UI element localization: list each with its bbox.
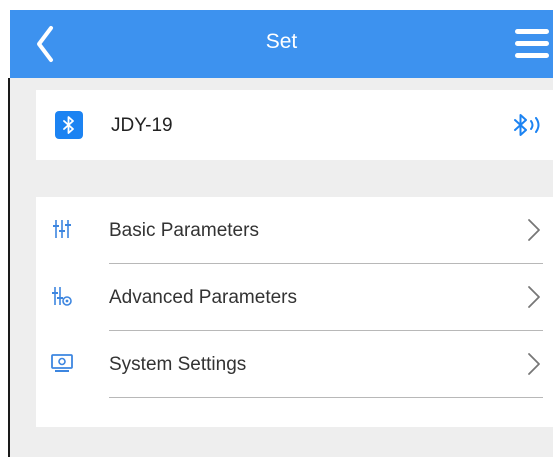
sliders-icon: [53, 220, 71, 238]
device-card[interactable]: JDY-19: [36, 90, 553, 160]
menu-item-basic-parameters[interactable]: Basic Parameters: [36, 197, 553, 264]
monitor-icon: [51, 354, 73, 372]
menu-item-advanced-parameters[interactable]: Advanced Parameters: [36, 264, 553, 331]
chevron-right-icon: [528, 286, 540, 308]
chevron-right-icon: [528, 353, 540, 375]
menu-button[interactable]: [509, 22, 553, 66]
chevron-right-icon: [528, 219, 540, 241]
menu-item-label: Advanced Parameters: [109, 287, 297, 308]
menu-item-label: System Settings: [109, 354, 247, 375]
divider: [109, 397, 543, 398]
back-button[interactable]: [30, 22, 74, 66]
device-name: JDY-19: [111, 115, 173, 136]
bluetooth-icon: [63, 116, 74, 134]
top-app-bar: Set: [10, 10, 553, 78]
menu-item-system-settings[interactable]: System Settings: [36, 331, 553, 398]
bluetooth-status-button[interactable]: [507, 110, 547, 140]
hamburger-menu-icon: [515, 29, 549, 58]
page-title: Set: [265, 30, 298, 53]
menu-item-label: Basic Parameters: [109, 220, 259, 241]
advanced-sliders-icon: [52, 287, 72, 306]
chevron-left-icon: [37, 26, 53, 62]
window-frame: [0, 0, 4, 457]
bluetooth-signal-icon: [514, 114, 540, 136]
bluetooth-badge: [55, 111, 83, 139]
app-screen: Set JDY-19 Basic Parameters Advanced Par…: [10, 10, 553, 457]
settings-menu: Basic Parameters Advanced Parameters Sys…: [36, 197, 553, 427]
